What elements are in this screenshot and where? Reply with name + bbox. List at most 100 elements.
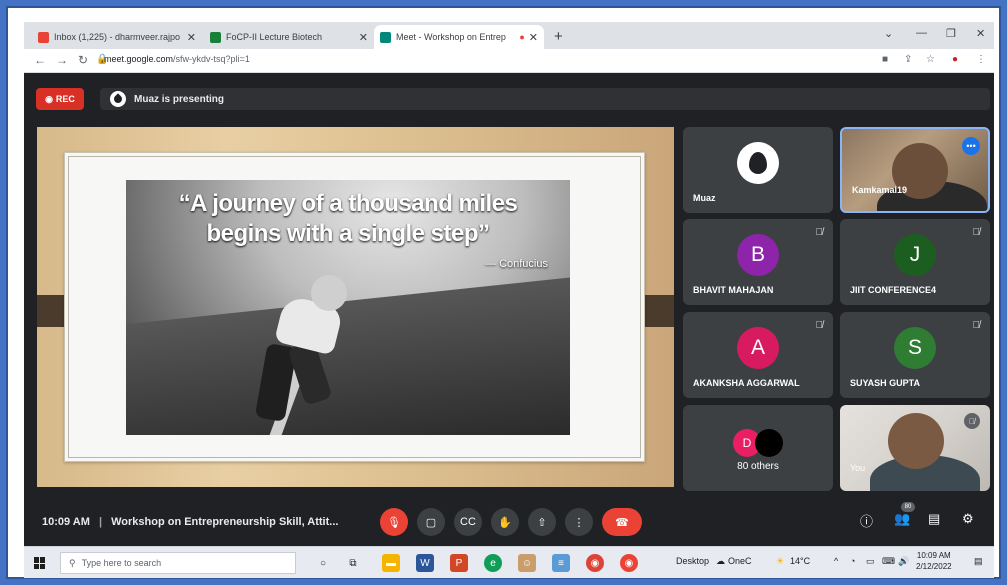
clock-time: 10:09 AM (916, 551, 951, 560)
mic-off-icon: 🎙̸ (815, 320, 824, 331)
participant-logo-avatar (737, 142, 779, 185)
slide-photo: “A journey of a thousand miles begins wi… (126, 180, 570, 435)
quote-line-2: begins with a single step” (206, 220, 490, 247)
recording-dot-icon: ● (519, 32, 525, 42)
participant-tile[interactable]: 🎙̸ S SUYASH GUPTA (840, 312, 990, 398)
edge-icon[interactable]: e (484, 554, 502, 572)
others-count: 80 others (737, 461, 779, 472)
profile-avatar-icon[interactable]: ● (952, 54, 958, 65)
file-explorer-icon[interactable]: ▬ (382, 554, 400, 572)
minimize-icon[interactable]: — (916, 27, 927, 39)
self-label: You (850, 463, 866, 473)
participant-name: Kamkamal19 (852, 185, 908, 195)
participant-avatar: B (737, 234, 779, 277)
meeting-controls-bar: 10:09 AM | Workshop on Entrepreneurship … (24, 502, 994, 546)
powerpoint-icon[interactable]: P (450, 554, 468, 572)
address-bar: ← → ↻ 🔒 meet.google.com/sfw-ykdv-tsq?pli… (24, 49, 994, 73)
divider: | (98, 516, 103, 528)
presentation-stage[interactable]: “A journey of a thousand miles begins wi… (37, 127, 674, 487)
mic-toggle-button[interactable]: 🎙 (380, 508, 408, 536)
network-icon[interactable]: ◔ (850, 556, 855, 566)
desktop-screen: Inbox (1,225) - dharmveer.rajpo ✕ FoCP-I… (24, 22, 994, 578)
new-tab-icon[interactable]: + (554, 28, 563, 45)
participant-tile[interactable]: 🎙̸ A AKANKSHA AGGARWAL (683, 312, 833, 398)
participant-tile[interactable]: ••• Kamkamal19 (840, 127, 990, 213)
mic-off-icon: 🎙̸ (972, 320, 981, 331)
quote-line-1: “A journey of a thousand miles (178, 190, 518, 217)
more-options-button[interactable]: ⋮ (565, 508, 593, 536)
battery-icon[interactable]: ▭ (866, 556, 875, 567)
maximize-icon[interactable]: ❐ (946, 27, 956, 40)
share-icon[interactable]: ⇪ (904, 54, 912, 65)
taskbar-clock[interactable]: 10:09 AM 2/12/2022 (916, 550, 952, 572)
volume-icon[interactable]: 🔊 (898, 556, 909, 567)
cortana-icon[interactable]: ○ (314, 554, 332, 572)
self-video (888, 413, 944, 469)
self-tile[interactable]: 🎙̸ You (840, 405, 990, 491)
url-path: /sfw-ykdv-tsq?pli=1 (173, 54, 250, 64)
close-icon[interactable]: ✕ (187, 31, 196, 44)
mic-off-icon: 🎙̸ (972, 227, 981, 238)
search-icon: ⚲ (69, 557, 76, 568)
participant-name: SUYASH GUPTA (850, 378, 921, 388)
meet-icon (380, 31, 391, 43)
captions-button[interactable]: CC (454, 508, 482, 536)
tab-search-icon[interactable]: ⌄ (884, 27, 893, 40)
close-window-icon[interactable]: ✕ (976, 27, 985, 40)
people-icon[interactable]: 👥 (894, 511, 910, 527)
browser-tab-bar: Inbox (1,225) - dharmveer.rajpo ✕ FoCP-I… (24, 22, 994, 49)
participant-tile[interactable]: Muaz (683, 127, 833, 213)
tab-gmail[interactable]: Inbox (1,225) - dharmveer.rajpo ✕ (32, 25, 202, 49)
record-icon: ◉ (45, 93, 53, 104)
chevron-up-icon[interactable]: ^ (834, 556, 838, 566)
close-icon[interactable]: ✕ (529, 31, 538, 44)
task-view-icon[interactable]: ⧉ (344, 554, 362, 572)
camera-toggle-button[interactable]: ▢ (417, 508, 445, 536)
others-avatars: D (733, 429, 783, 457)
chrome-icon[interactable]: ◉ (586, 554, 604, 572)
onedrive-icon[interactable]: ☁ (716, 556, 725, 567)
tab-lecture[interactable]: FoCP-II Lecture Biotech ✕ (204, 25, 374, 49)
notes-icon[interactable]: ≡ (552, 554, 570, 572)
camera-indicator-icon[interactable]: ■ (882, 54, 888, 65)
others-tile[interactable]: D 80 others (683, 405, 833, 491)
recording-badge[interactable]: ◉ REC (36, 88, 84, 110)
close-icon[interactable]: ✕ (359, 31, 368, 44)
back-icon[interactable]: ← (34, 53, 46, 67)
tab-meet[interactable]: Meet - Workshop on Entrep ● ✕ (374, 25, 544, 49)
meeting-time: 10:09 AM (42, 516, 90, 528)
menu-kebab-icon[interactable]: ⋮ (976, 54, 986, 65)
app-icon[interactable]: ☺ (518, 554, 536, 572)
participant-tile[interactable]: 🎙̸ J JIIT CONFERENCE4 (840, 219, 990, 305)
bookmark-star-icon[interactable]: ☆ (926, 54, 935, 65)
notifications-icon[interactable]: ▤ (974, 556, 983, 567)
leave-call-button[interactable]: ☎ (602, 508, 642, 536)
present-now-button[interactable]: ⇧ (528, 508, 556, 536)
weather-temperature[interactable]: 14°C (790, 556, 810, 566)
reload-icon[interactable]: ↻ (78, 53, 88, 67)
forward-icon[interactable]: → (56, 53, 68, 67)
classroom-icon (210, 31, 221, 43)
windows-start-icon[interactable] (34, 557, 46, 569)
keyboard-icon[interactable]: ⌨ (882, 556, 895, 567)
weather-icon[interactable]: ☀ (776, 556, 784, 567)
participant-avatar: S (894, 327, 936, 370)
rec-label: REC (55, 94, 75, 104)
activities-icon[interactable]: ⚙ (962, 511, 974, 527)
chat-icon[interactable]: ▤ (928, 511, 940, 527)
participant-tile[interactable]: 🎙̸ B BHAVIT MAHAJAN (683, 219, 833, 305)
url-field[interactable]: meet.google.com/sfw-ykdv-tsq?pli=1 (104, 54, 250, 64)
participant-avatar: J (894, 234, 936, 277)
raise-hand-button[interactable]: ✋ (491, 508, 519, 536)
chrome-profile-icon[interactable]: ◉ (620, 554, 638, 572)
word-icon[interactable]: W (416, 554, 434, 572)
windows-taskbar: ⚲ Type here to search ○ ⧉ ▬ W P e ☺ ≡ ◉ … (24, 546, 994, 578)
clock-date: 2/12/2022 (916, 562, 952, 571)
participant-avatar-photo (755, 429, 783, 457)
desktop-toolbar[interactable]: Desktop (676, 556, 709, 566)
meeting-details-icon[interactable]: ⓘ (860, 511, 873, 530)
presenter-avatar-icon (110, 91, 126, 107)
taskbar-search-input[interactable]: ⚲ Type here to search (60, 552, 296, 574)
url-host: meet.google.com (104, 54, 174, 64)
meeting-title: Workshop on Entrepreneurship Skill, Atti… (111, 516, 339, 528)
